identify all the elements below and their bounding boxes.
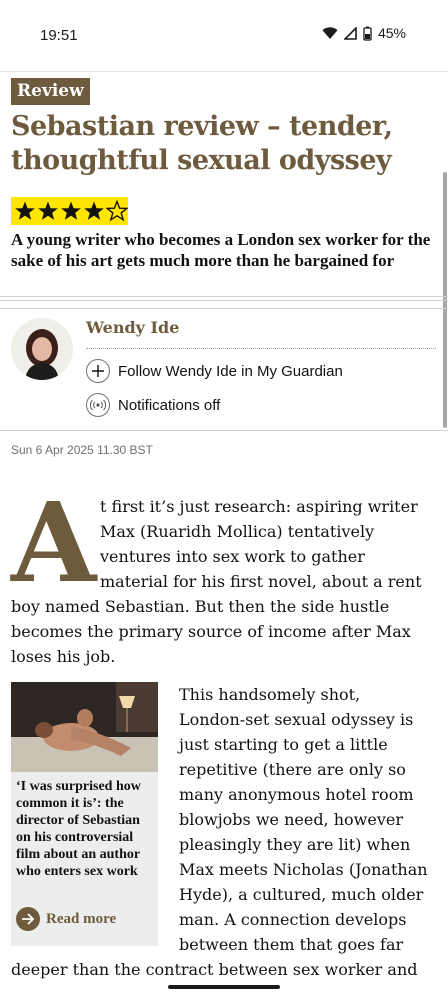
follow-author-button[interactable]: Follow Wendy Ide in My Guardian [86, 359, 343, 383]
notifications-toggle[interactable]: Notifications off [86, 393, 220, 417]
follow-label: Follow Wendy Ide in My Guardian [118, 362, 343, 380]
status-icons: 45% [322, 25, 406, 41]
star-rating [11, 197, 128, 225]
para2-line: This handsomely shot, [179, 685, 361, 704]
battery-icon [363, 26, 372, 41]
para1-line: Max (Ruaridh Mollica) tentatively [100, 522, 375, 541]
battery-percent: 45% [377, 25, 406, 41]
para1-line: t first it’s just research: aspiring wri… [100, 497, 418, 516]
divider [0, 308, 448, 309]
para1-line: becomes the primary source of income aft… [11, 622, 411, 641]
notification-icon [86, 393, 110, 417]
divider [0, 296, 448, 297]
star-filled-icon [84, 201, 104, 220]
para1-line: ventures into sex work to gather [100, 547, 365, 566]
home-gesture-bar[interactable] [168, 985, 280, 989]
star-filled-icon [15, 201, 35, 220]
para2-line: Max meets Nicholas (Jonathan [179, 860, 428, 879]
para1-line: boy named Sebastian. But then the side h… [11, 597, 390, 616]
para2-line: man. A connection develops [179, 910, 407, 929]
paragraph-2: This handsomely shot, London-set sexual … [11, 682, 441, 982]
star-filled-icon [38, 201, 58, 220]
paragraph-1: t first it’s just research: aspiring wri… [11, 494, 441, 669]
author-name[interactable]: Wendy Ide [86, 318, 179, 337]
divider [0, 300, 448, 301]
para2-line: blowjobs we need, however [179, 810, 403, 829]
dateline: Sun 6 Apr 2025 11.30 BST [11, 443, 153, 457]
para2-line: pleasingly they are lit) when [179, 835, 411, 854]
wifi-icon [322, 27, 338, 39]
para2-line: just starting to get a little [179, 735, 388, 754]
status-time: 19:51 [40, 27, 78, 44]
star-empty-icon [106, 200, 128, 222]
para2-line: repetitive (there are only so [179, 760, 406, 779]
plus-icon [86, 359, 110, 383]
para2-line: Hyde), a cultured, much older [179, 885, 424, 904]
author-avatar[interactable] [11, 318, 73, 380]
para2-line: many anonymous hotel room [179, 785, 414, 804]
status-bar: 19:51 45% [0, 0, 448, 72]
star-filled-icon [61, 201, 81, 220]
headline: Sebastian review – tender, thoughtful se… [11, 111, 393, 176]
standfirst: A young writer who becomes a London sex … [11, 230, 431, 270]
para1-line: loses his job. [11, 647, 116, 666]
dotted-divider [86, 348, 436, 349]
divider [0, 430, 448, 431]
para2-line: London-set sexual odyssey is [179, 710, 414, 729]
para1-line: material for his first novel, about a re… [100, 572, 422, 591]
signal-icon [343, 26, 357, 40]
notifications-label: Notifications off [118, 396, 221, 414]
review-kicker[interactable]: Review [11, 78, 90, 105]
para2-line: between them that goes far [179, 935, 404, 954]
gesture-area [0, 978, 448, 1000]
